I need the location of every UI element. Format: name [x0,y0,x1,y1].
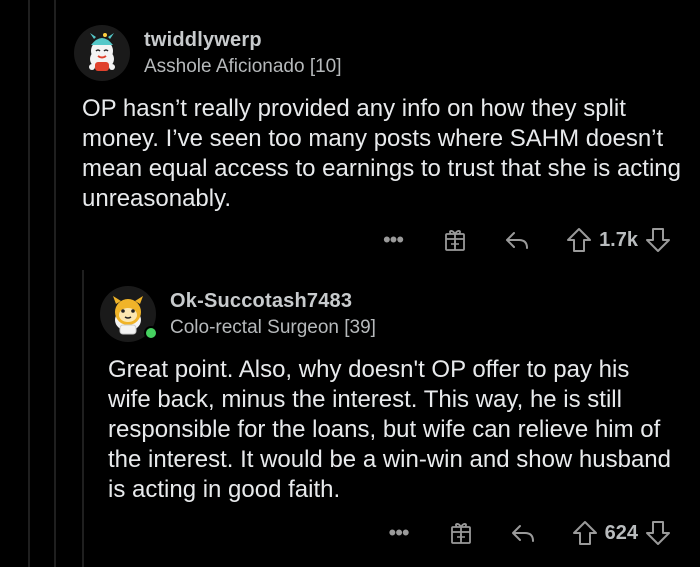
comment-actions: ••• 1.7k [383,225,672,255]
avatar[interactable] [74,25,130,81]
more-icon[interactable]: ••• [389,522,410,544]
thread-line[interactable] [54,0,56,567]
comment: twiddlywerp Asshole Aficionado [10] OP h… [74,22,694,214]
vote-score: 624 [604,521,638,544]
comment-body: Great point. Also, why doesn't OP offer … [108,356,672,503]
avatar[interactable] [100,286,158,342]
award-icon[interactable] [441,226,469,254]
snoo-avatar-icon [74,25,130,81]
downvote-icon[interactable] [644,226,672,254]
reply-icon[interactable] [509,519,537,547]
downvote-icon[interactable] [644,519,672,547]
online-status-icon [144,326,158,340]
thread-line[interactable] [82,270,84,567]
comment-header: twiddlywerp Asshole Aficionado [10] [74,22,694,84]
username[interactable]: twiddlywerp [144,29,342,52]
more-icon[interactable]: ••• [383,229,404,251]
comment-body: OP hasn’t really provided any info on ho… [82,95,682,212]
username[interactable]: Ok-Succotash7483 [170,290,376,313]
reply-icon[interactable] [503,226,531,254]
upvote-icon[interactable] [565,226,593,254]
user-flair: Asshole Aficionado [10] [144,55,342,77]
comment-header: Ok-Succotash7483 Colo-rectal Surgeon [39… [100,283,695,345]
comment-actions: ••• 624 [389,518,672,548]
award-icon[interactable] [447,519,475,547]
comment: Ok-Succotash7483 Colo-rectal Surgeon [39… [100,283,695,505]
thread-line[interactable] [28,0,30,567]
user-flair: Colo-rectal Surgeon [39] [170,316,376,338]
upvote-icon[interactable] [571,519,599,547]
vote-score: 1.7k [599,228,638,251]
